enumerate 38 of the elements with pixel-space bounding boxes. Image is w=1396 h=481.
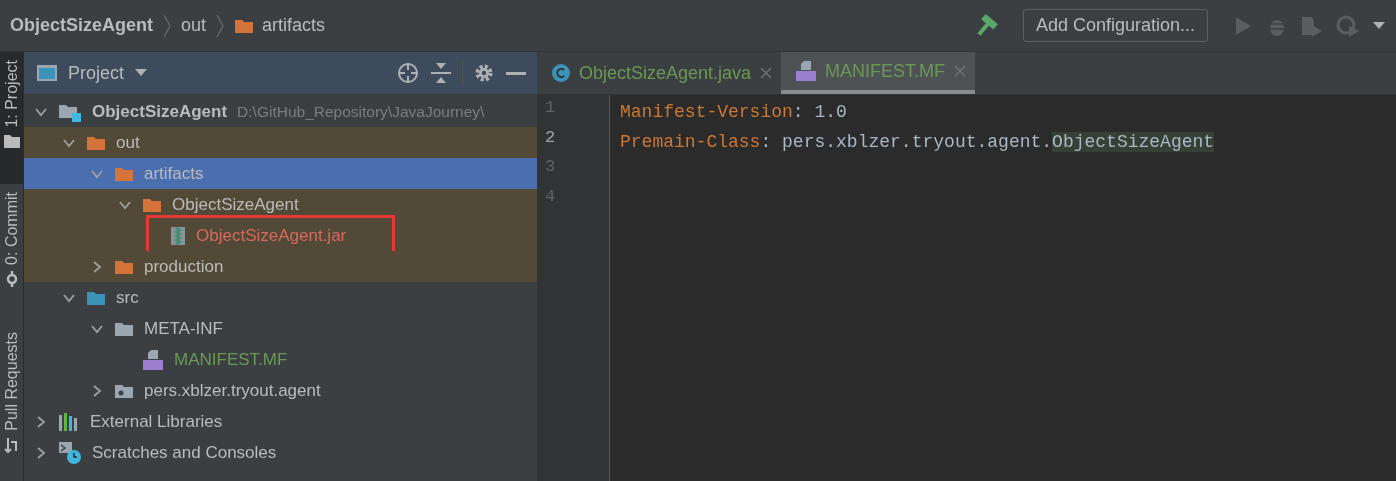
manifest-file-icon xyxy=(795,60,818,82)
breadcrumb-item[interactable]: ObjectSizeAgent xyxy=(10,15,154,36)
tree-item[interactable]: External Libraries xyxy=(24,406,537,437)
dropdown-caret-icon[interactable] xyxy=(1372,20,1386,31)
code-line: Premain-Class: pers.xblzer.tryout.agent.ObjectSizeAgent xyxy=(620,131,1215,152)
tree-item[interactable]: src xyxy=(24,282,537,313)
tree-item[interactable]: MANIFEST.MF xyxy=(24,344,537,375)
settings-icon[interactable] xyxy=(473,62,495,84)
scratches-icon xyxy=(58,440,82,465)
collapse-all-icon[interactable] xyxy=(430,61,452,85)
jar-file-icon xyxy=(170,225,186,246)
class-icon xyxy=(551,63,571,83)
project-path: D:\GitHub_Repository\JavaJourney\ xyxy=(237,102,485,121)
tree-item[interactable]: pers.xblzer.tryout.agent xyxy=(24,375,537,406)
editor-tab[interactable]: ObjectSizeAgent.java xyxy=(537,52,782,94)
pull-request-icon xyxy=(3,436,20,453)
close-icon[interactable] xyxy=(759,66,774,80)
tool-window-tab[interactable]: 0: Commit xyxy=(0,184,23,324)
breadcrumb-item[interactable]: out xyxy=(181,15,207,36)
tool-window-tab[interactable]: 1: Project xyxy=(0,52,23,184)
run-configuration-button[interactable]: Add Configuration... xyxy=(1022,9,1208,42)
panel-title[interactable]: Project xyxy=(68,62,125,84)
line-number: 2 xyxy=(544,127,557,149)
folder-icon xyxy=(3,133,20,148)
tree-item[interactable]: out xyxy=(24,127,537,158)
code-line: Manifest-Version: 1.0 xyxy=(620,102,847,122)
tree-item[interactable]: Scratches and Consoles xyxy=(24,437,537,468)
tree-item[interactable]: META-INF xyxy=(24,313,537,344)
tool-window-tab[interactable]: Pull Requests xyxy=(0,324,23,461)
locate-icon[interactable] xyxy=(396,61,420,85)
libraries-icon xyxy=(58,411,80,432)
project-view-icon xyxy=(36,63,58,83)
tree-item[interactable]: ObjectSizeAgent xyxy=(24,189,537,220)
manifest-file-icon xyxy=(142,348,164,371)
dropdown-caret-icon[interactable] xyxy=(134,68,149,78)
tree-item[interactable]: production xyxy=(24,251,537,282)
tree-item[interactable]: ObjectSizeAgent D:\GitHub_Repository\JavaJourney\ xyxy=(24,96,537,127)
breadcrumb-item[interactable]: artifacts xyxy=(262,15,326,36)
